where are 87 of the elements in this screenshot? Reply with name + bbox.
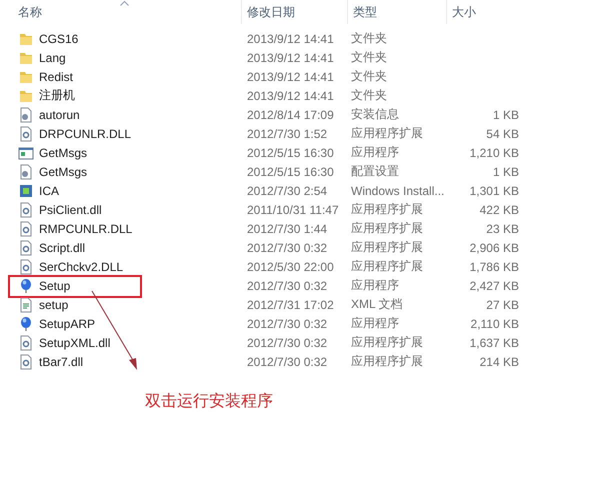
modified-date: 2012/7/30 0:32 [246,278,328,292]
modified-date: 2012/7/30 0:32 [246,354,328,368]
modified-date: 2011/10/31 11:47 [246,202,340,216]
file-name[interactable]: setup [39,298,68,312]
balloon-icon [18,278,34,294]
window-icon [18,144,34,160]
modified-date: 2013/9/12 14:41 [246,50,335,64]
gear-file-icon [18,240,34,256]
installer-icon [18,182,34,198]
document-icon [18,296,34,312]
modified-date: 2012/7/30 0:32 [246,336,328,350]
file-type: 应用程序扩展 [350,239,424,256]
modified-date: 2012/5/15 16:30 [246,164,335,178]
file-name[interactable]: autorun [39,108,80,122]
file-name[interactable]: Script.dll [39,240,86,254]
file-name[interactable]: RMPCUNLR.DLL [39,222,132,236]
file-name[interactable]: Lang [39,50,66,64]
file-name[interactable]: Setup [39,278,70,292]
file-size: 1 KB [492,164,520,178]
file-size: 1,210 KB [468,146,520,160]
modified-date: 2012/7/30 1:52 [246,126,328,140]
modified-date: 2013/9/12 14:41 [246,70,335,84]
file-type: 应用程序扩展 [350,258,424,275]
modified-date: 2013/9/12 14:41 [246,88,335,102]
file-name[interactable]: SetupARP [39,316,96,330]
file-size: 23 KB [485,222,520,236]
gear-file-icon [18,202,34,218]
file-type: 文件夹 [350,68,388,85]
annotation-text: 双击运行安装程序 [145,391,274,412]
file-type: 应用程序扩展 [350,334,424,351]
file-size: 54 KB [485,126,520,140]
column-header[interactable]: 类型 [353,4,377,20]
file-type: 应用程序 [350,315,400,332]
file-type: 配置设置 [350,163,400,180]
modified-date: 2012/7/30 1:44 [246,222,328,236]
column-header[interactable]: 大小 [452,4,476,20]
file-size: 1 KB [492,108,520,122]
column-header[interactable]: 修改日期 [247,4,295,20]
file-name[interactable]: GetMsgs [39,164,88,178]
file-name[interactable]: SerChckv2.DLL [39,260,124,274]
modified-date: 2012/5/15 16:30 [246,146,335,160]
file-size: 2,110 KB [470,316,520,330]
modified-date: 2013/9/12 14:41 [246,32,335,46]
file-type: 安装信息 [350,106,400,123]
gear-file-icon [18,258,34,274]
settings-file-icon [18,106,34,122]
file-name[interactable]: 注册机 [39,87,75,104]
modified-date: 2012/7/30 2:54 [246,184,328,198]
file-size: 2,906 KB [468,240,520,254]
file-size: 422 KB [478,202,520,216]
gear-file-icon [18,354,34,370]
gear-file-icon [18,334,34,350]
gear-file-icon [18,126,34,142]
balloon-icon [18,316,34,332]
file-type: 应用程序扩展 [350,220,424,237]
file-name[interactable]: tBar7.dll [39,354,84,368]
file-size: 2,427 KB [468,278,520,292]
file-type: 应用程序扩展 [350,201,424,218]
settings-file-icon [18,164,34,180]
file-type: 应用程序扩展 [350,353,424,370]
file-name[interactable]: Redist [39,70,74,84]
modified-date: 2012/7/30 0:32 [246,240,328,254]
file-name[interactable]: PsiClient.dll [39,202,102,216]
column-header[interactable]: 名称 [18,4,42,20]
file-size: 214 KB [478,354,520,368]
file-type: 应用程序 [350,277,400,294]
file-name[interactable]: DRPCUNLR.DLL [39,126,132,140]
modified-date: 2012/5/30 22:00 [246,260,335,274]
file-size: 1,637 KB [468,336,520,350]
file-type: 应用程序扩展 [350,125,424,142]
gear-file-icon [18,220,34,236]
modified-date: 2012/8/14 17:09 [246,108,335,122]
file-size: 1,786 KB [468,260,520,274]
file-name[interactable]: GetMsgs [39,146,88,160]
file-name[interactable]: ICA [39,184,60,198]
file-size: 27 KB [485,298,520,312]
file-type: Windows Install... [350,184,446,198]
modified-date: 2012/7/31 17:02 [246,298,335,312]
file-name[interactable]: CGS16 [39,32,78,46]
file-type: 应用程序 [350,144,400,161]
file-type: 文件夹 [350,30,388,47]
file-size: 1,301 KB [468,184,520,198]
file-type: 文件夹 [350,87,388,104]
file-name[interactable]: SetupXML.dll [39,336,110,350]
modified-date: 2012/7/30 0:32 [246,316,328,330]
file-type: 文件夹 [350,49,388,66]
file-type: XML 文档 [350,296,404,313]
